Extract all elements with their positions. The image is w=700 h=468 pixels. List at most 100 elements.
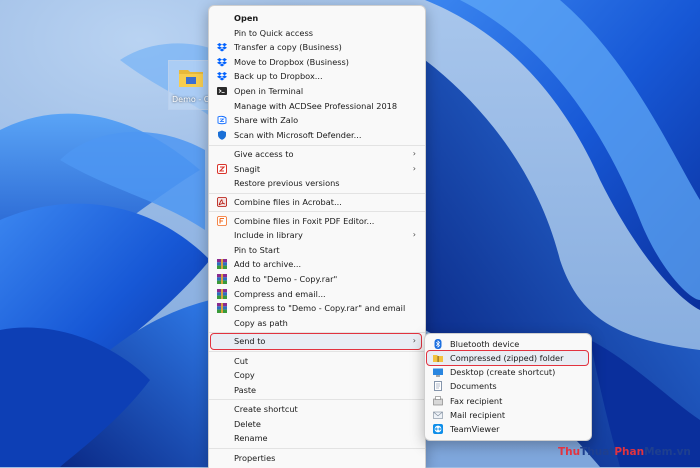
- watermark-part: Phan: [614, 446, 645, 458]
- menu-item-rename[interactable]: Rename: [212, 431, 422, 445]
- menu-item-label: Create shortcut: [234, 404, 298, 414]
- menu-item-label: Pin to Start: [234, 244, 280, 255]
- send-to-teamviewer[interactable]: TeamViewer: [428, 422, 588, 436]
- menu-item-label: Documents: [450, 381, 497, 392]
- menu-item-send-to[interactable]: Send to ›: [212, 334, 422, 348]
- watermark: ThuThuatPhanMem.vn: [558, 446, 691, 458]
- winrar-icon: [217, 274, 227, 284]
- menu-item-label: Pin to Quick access: [234, 27, 313, 38]
- foxit-icon: [217, 215, 227, 226]
- watermark-part: Mem: [644, 446, 673, 458]
- menu-item-label: Include in library: [234, 230, 303, 241]
- winrar-icon: [217, 303, 227, 314]
- dropbox-icon: [217, 57, 227, 67]
- dropbox-icon: [217, 43, 227, 52]
- send-to-bluetooth[interactable]: Bluetooth device: [428, 337, 588, 351]
- documents-icon: [434, 381, 442, 392]
- menu-separator: [209, 351, 425, 352]
- menu-item-label: Add to archive...: [234, 259, 302, 270]
- menu-item-combine-acrobat[interactable]: Combine files in Acrobat...: [212, 195, 422, 209]
- menu-item-include-library[interactable]: Include in library ›: [212, 228, 422, 242]
- menu-item-label: Paste: [234, 384, 257, 395]
- winrar-icon: [217, 259, 227, 270]
- menu-item-label: Combine files in Acrobat...: [234, 197, 342, 207]
- menu-item-back-up-dropbox[interactable]: Back up to Dropbox...: [212, 69, 422, 83]
- send-to-documents[interactable]: Documents: [428, 379, 588, 393]
- menu-item-move-to-dropbox[interactable]: Move to Dropbox (Business): [212, 55, 422, 69]
- bluetooth-icon: [434, 338, 442, 349]
- desktop-icon: [433, 368, 443, 377]
- menu-separator: [209, 448, 425, 449]
- menu-item-pin-quick-access[interactable]: Pin to Quick access: [212, 26, 422, 40]
- menu-item-label: Compress to "Demo - Copy.rar" and email: [234, 303, 406, 314]
- menu-item-add-to-rar[interactable]: Add to "Demo - Copy.rar": [212, 272, 422, 286]
- zalo-icon: [217, 116, 227, 125]
- send-to-desktop[interactable]: Desktop (create shortcut): [428, 365, 588, 379]
- terminal-icon: [217, 87, 227, 95]
- send-to-submenu: Bluetooth device Compressed (zipped) fol…: [424, 333, 592, 441]
- menu-item-properties[interactable]: Properties: [212, 451, 422, 465]
- menu-item-open[interactable]: Open: [212, 11, 422, 25]
- menu-item-copy[interactable]: Copy: [212, 368, 422, 382]
- defender-shield-icon: [218, 130, 226, 140]
- menu-item-label: Rename: [234, 433, 268, 444]
- acrobat-icon: [217, 197, 227, 207]
- menu-item-share-zalo[interactable]: Share with Zalo: [212, 113, 422, 127]
- menu-item-label: Open: [234, 13, 259, 23]
- menu-item-label: Compressed (zipped) folder: [450, 352, 564, 363]
- menu-item-label: Bluetooth device: [450, 338, 520, 349]
- fax-icon: [433, 395, 443, 405]
- menu-item-label: TeamViewer: [450, 424, 500, 435]
- chevron-right-icon: ›: [412, 163, 416, 173]
- context-menu: Open Pin to Quick access Transfer a copy…: [208, 5, 426, 468]
- menu-item-restore-versions[interactable]: Restore previous versions: [212, 176, 422, 190]
- menu-separator: [209, 193, 425, 194]
- menu-separator: [209, 211, 425, 212]
- menu-item-label: Add to "Demo - Copy.rar": [234, 274, 338, 284]
- menu-item-label: Desktop (create shortcut): [450, 367, 556, 378]
- teamviewer-icon: [433, 424, 443, 435]
- menu-item-label: Manage with ACDSee Professional 2018: [234, 100, 398, 111]
- menu-item-label: Copy as path: [234, 317, 288, 328]
- menu-item-pin-start[interactable]: Pin to Start: [212, 243, 422, 257]
- menu-item-delete[interactable]: Delete: [212, 417, 422, 431]
- menu-item-compress-email[interactable]: Compress and email...: [212, 287, 422, 301]
- watermark-part: Thuat: [580, 446, 615, 458]
- menu-item-copy-as-path[interactable]: Copy as path: [212, 316, 422, 330]
- chevron-right-icon: ›: [412, 149, 416, 158]
- menu-item-cut[interactable]: Cut: [212, 354, 422, 368]
- menu-item-paste[interactable]: Paste: [212, 383, 422, 397]
- mail-icon: [433, 411, 443, 419]
- chevron-right-icon: ›: [412, 230, 416, 240]
- menu-item-open-terminal[interactable]: Open in Terminal: [212, 84, 422, 98]
- menu-item-create-shortcut[interactable]: Create shortcut: [212, 402, 422, 416]
- menu-item-label: Compress and email...: [234, 288, 326, 299]
- menu-separator: [209, 399, 425, 400]
- menu-item-label: Fax recipient: [450, 395, 503, 406]
- send-to-compressed-folder[interactable]: Compressed (zipped) folder: [428, 351, 588, 365]
- send-to-fax[interactable]: Fax recipient: [428, 394, 588, 408]
- watermark-part: Thu: [558, 446, 581, 458]
- send-to-mail[interactable]: Mail recipient: [428, 408, 588, 422]
- menu-item-label: Open in Terminal: [234, 86, 304, 96]
- menu-item-compress-rar-email[interactable]: Compress to "Demo - Copy.rar" and email: [212, 301, 422, 315]
- menu-item-add-archive[interactable]: Add to archive...: [212, 257, 422, 271]
- menu-item-label: Mail recipient: [450, 410, 506, 420]
- menu-item-label: Cut: [234, 355, 249, 366]
- snagit-icon: [217, 163, 227, 174]
- menu-item-combine-foxit[interactable]: Combine files in Foxit PDF Editor...: [212, 214, 422, 228]
- menu-item-label: Snagit: [234, 163, 261, 174]
- menu-item-snagit[interactable]: Snagit ›: [212, 162, 422, 176]
- menu-item-scan-defender[interactable]: Scan with Microsoft Defender...: [212, 128, 422, 142]
- menu-item-give-access[interactable]: Give access to ›: [212, 147, 422, 161]
- menu-item-label: Copy: [234, 370, 255, 381]
- chevron-right-icon: ›: [412, 336, 416, 346]
- dropbox-icon: [217, 72, 227, 81]
- menu-item-label: Transfer a copy (Business): [234, 42, 342, 53]
- menu-item-transfer-copy[interactable]: Transfer a copy (Business): [212, 40, 422, 54]
- menu-item-label: Send to: [234, 336, 266, 347]
- menu-item-acdsee[interactable]: Manage with ACDSee Professional 2018: [212, 99, 422, 113]
- menu-item-label: Scan with Microsoft Defender...: [234, 129, 362, 140]
- menu-separator: [209, 145, 425, 146]
- winrar-icon: [217, 288, 227, 299]
